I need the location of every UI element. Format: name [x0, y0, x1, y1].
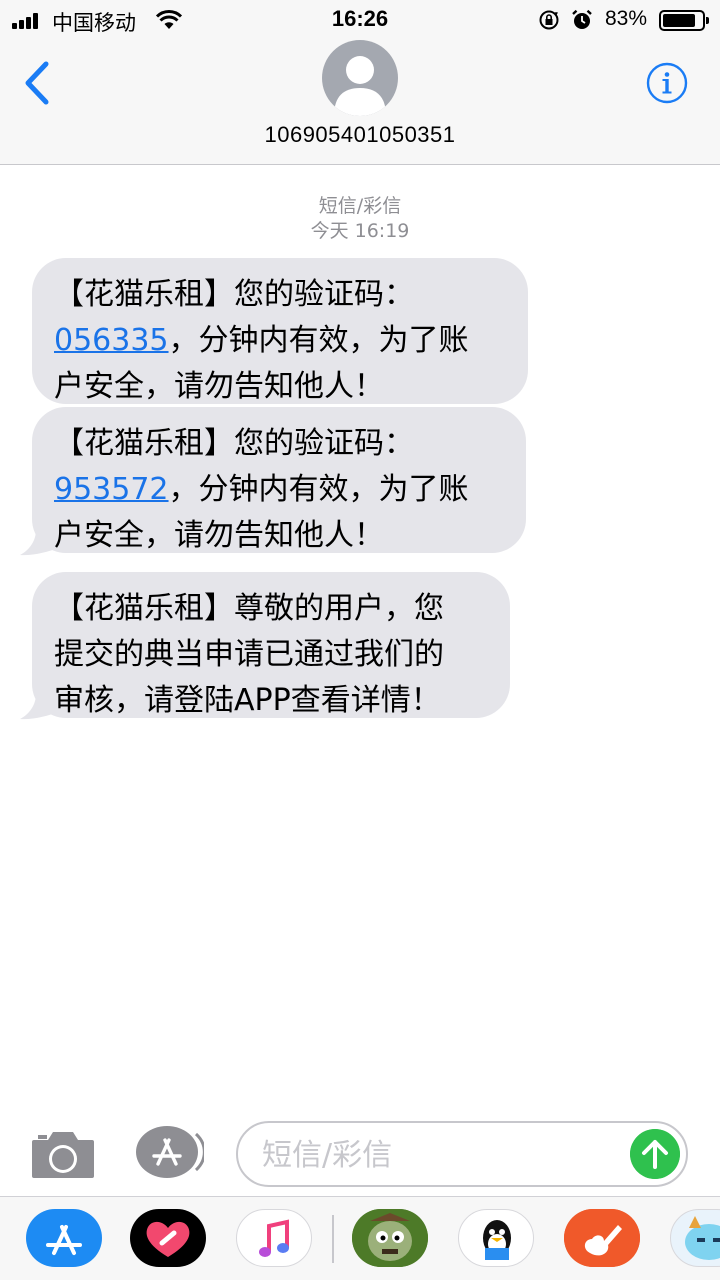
verification-code-link[interactable]: 056335 — [54, 323, 169, 358]
message-input-container — [236, 1121, 688, 1187]
imessage-app-drawer — [0, 1196, 720, 1280]
message-line: 【花猫乐租】您的验证码： — [54, 277, 414, 312]
drawer-divider — [332, 1215, 334, 1263]
verification-code-link[interactable]: 953572 — [54, 472, 169, 507]
message-line-text: ，分钟内有效，为了账 — [168, 323, 469, 358]
message-input[interactable] — [262, 1133, 622, 1177]
message-timestamp: 今天 16:19 — [310, 220, 410, 242]
message-line: 【花猫乐租】您的验证码： — [54, 426, 414, 461]
battery-level — [663, 14, 695, 27]
chevron-left-icon[interactable] — [18, 60, 58, 106]
music-icon[interactable] — [236, 1209, 312, 1267]
battery-icon — [659, 10, 709, 31]
person-silhouette-icon — [334, 56, 386, 116]
message-bubble[interactable]: 【花猫乐租】您的验证码： 056335，分钟内有效，为了账 户安全，请勿告知他人… — [32, 258, 528, 404]
send-arrow-icon[interactable] — [630, 1129, 680, 1179]
plants-vs-zombies-icon[interactable] — [352, 1209, 428, 1267]
message-bubble[interactable]: 【花猫乐租】尊敬的用户，您 提交的典当申请已通过我们的 审核，请登陆APP查看详… — [32, 572, 510, 718]
status-bar: 中国移动 16:26 83% — [0, 0, 720, 40]
info-icon[interactable] — [646, 62, 688, 104]
app-store-icon[interactable] — [134, 1124, 204, 1180]
composer-bar — [0, 1108, 720, 1196]
digital-touch-icon[interactable] — [130, 1209, 206, 1267]
battery-percentage: 83% — [605, 7, 648, 30]
message-line: 056335，分钟内有效，为了账 — [54, 318, 506, 364]
message-line: 【花猫乐租】尊敬的用户，您 — [54, 591, 444, 626]
rotation-lock-icon — [539, 10, 559, 30]
alarm-icon — [572, 9, 592, 29]
message-line: 户安全，请勿告知他人！ — [54, 518, 384, 553]
app-store-icon[interactable] — [26, 1209, 102, 1267]
qq-icon[interactable] — [458, 1209, 534, 1267]
message-line: 户安全，请勿告知他人！ — [54, 369, 384, 404]
contact-avatar[interactable] — [322, 40, 398, 116]
garageband-icon[interactable] — [564, 1209, 640, 1267]
message-line-text: ，分钟内有效，为了账 — [168, 472, 469, 507]
game-icon[interactable] — [670, 1209, 720, 1267]
message-line: 提交的典当申请已通过我们的 — [54, 637, 444, 672]
message-line: 审核，请登陆APP查看详情！ — [54, 683, 441, 718]
message-type-label: 短信/彩信 — [318, 195, 402, 217]
message-line: 953572，分钟内有效，为了账 — [54, 467, 504, 513]
contact-number[interactable]: 106905401050351 — [0, 122, 720, 148]
conversation-header: 106905401050351 — [0, 40, 720, 165]
camera-icon[interactable] — [30, 1126, 96, 1182]
message-bubble[interactable]: 【花猫乐租】您的验证码： 953572，分钟内有效，为了账 户安全，请勿告知他人… — [32, 407, 526, 553]
